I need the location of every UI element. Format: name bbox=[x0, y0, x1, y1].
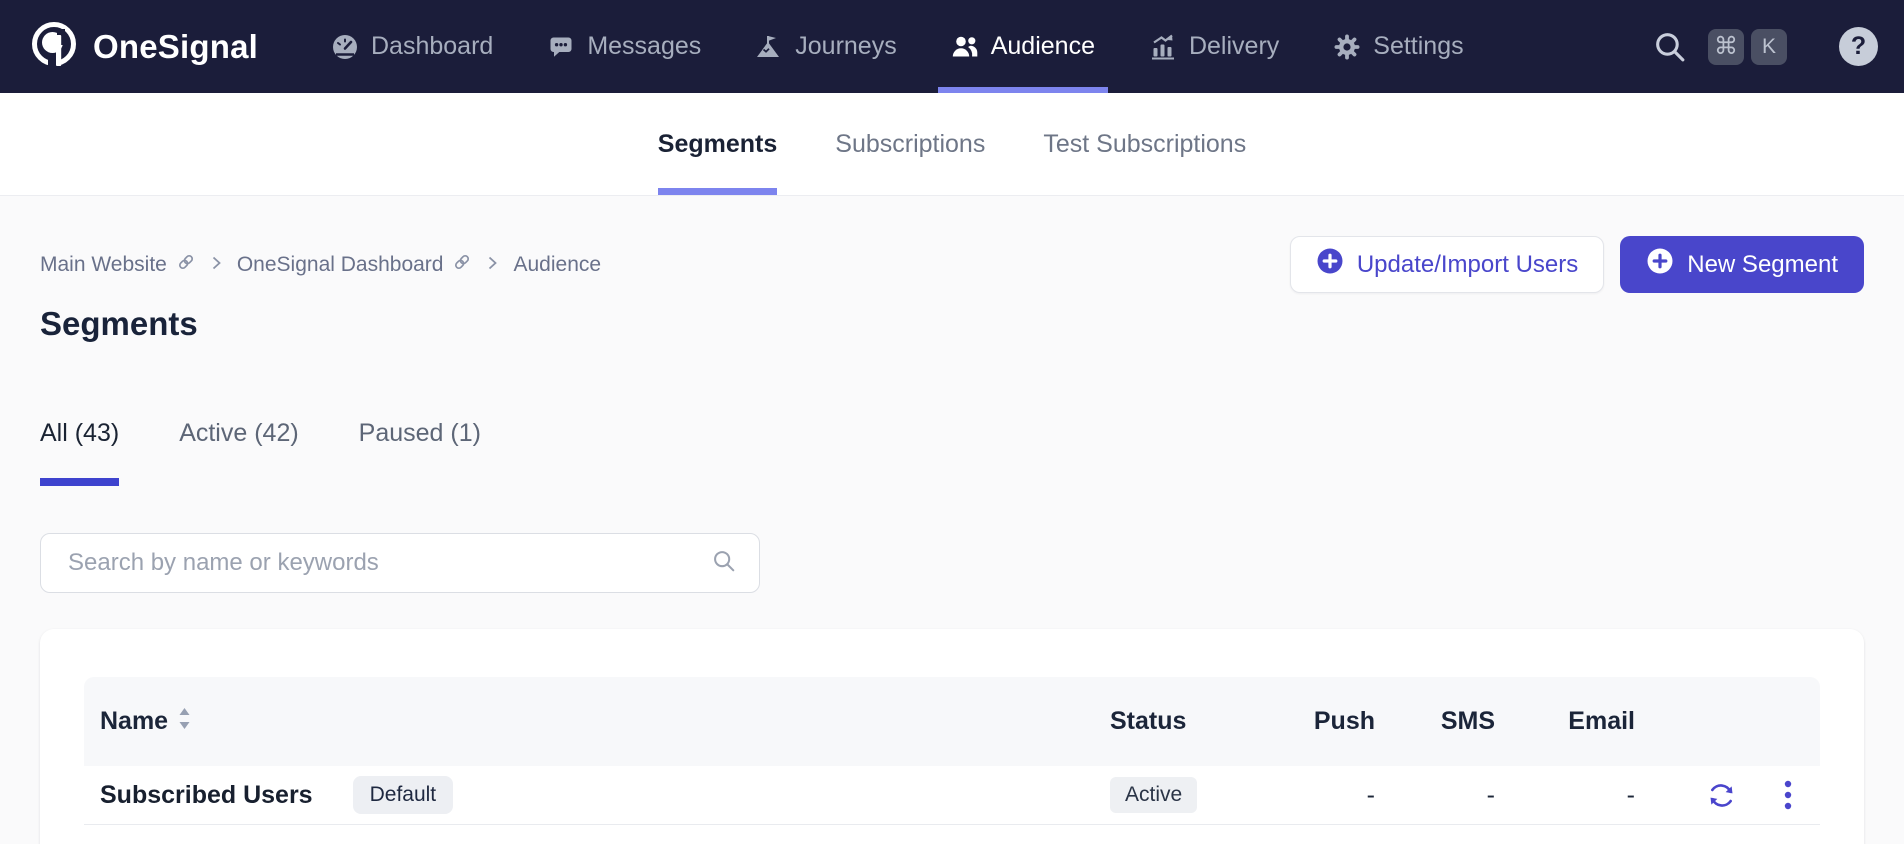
main-nav: Dashboard Messages bbox=[304, 0, 1491, 93]
breadcrumb-audience: Audience bbox=[513, 253, 601, 277]
tab-subscriptions[interactable]: Subscriptions bbox=[835, 93, 985, 195]
nav-item-label: Dashboard bbox=[371, 32, 493, 61]
new-segment-button[interactable]: New Segment bbox=[1620, 236, 1864, 293]
column-header-name[interactable]: Name bbox=[84, 707, 1110, 737]
filter-tab-active[interactable]: Active (42) bbox=[179, 419, 298, 486]
segments-table-card: Name Status Push SMS Email Subscribed Us… bbox=[40, 629, 1864, 844]
segment-filter-tabs: All (43) Active (42) Paused (1) bbox=[40, 419, 1864, 486]
search-icon bbox=[711, 548, 737, 579]
dashboard-icon bbox=[331, 33, 359, 61]
top-navbar: OneSignal Dashboard bbox=[0, 0, 1904, 93]
nav-item-delivery[interactable]: Delivery bbox=[1122, 0, 1306, 93]
button-label: New Segment bbox=[1687, 251, 1838, 279]
onesignal-logo-icon bbox=[30, 20, 78, 73]
navbar-right: ⌘ K ? bbox=[1652, 27, 1904, 66]
row-actions bbox=[1635, 780, 1820, 810]
column-header-push: Push bbox=[1280, 707, 1375, 736]
breadcrumb-onesignal-dashboard[interactable]: OneSignal Dashboard bbox=[237, 252, 473, 278]
column-header-sms: SMS bbox=[1375, 707, 1495, 736]
filter-tab-all[interactable]: All (43) bbox=[40, 419, 119, 486]
column-label: Name bbox=[100, 707, 168, 736]
breadcrumb-label: Main Website bbox=[40, 253, 167, 277]
breadcrumb-main-website[interactable]: Main Website bbox=[40, 252, 196, 278]
messages-icon bbox=[547, 33, 575, 61]
subtab-label: Subscriptions bbox=[835, 130, 985, 159]
breadcrumb: Main Website OneSignal Dashboard bbox=[40, 252, 601, 278]
breadcrumb-label: Audience bbox=[513, 253, 601, 277]
plus-circle-icon bbox=[1646, 247, 1674, 282]
table-header: Name Status Push SMS Email bbox=[84, 677, 1820, 766]
status-cell: Active bbox=[1110, 777, 1280, 813]
delivery-icon bbox=[1149, 33, 1177, 61]
search-input[interactable] bbox=[66, 548, 711, 578]
button-label: Update/Import Users bbox=[1357, 251, 1578, 279]
breadcrumb-label: OneSignal Dashboard bbox=[237, 253, 444, 277]
update-import-users-button[interactable]: Update/Import Users bbox=[1290, 236, 1604, 293]
link-icon bbox=[452, 252, 472, 278]
brand-name: OneSignal bbox=[93, 28, 258, 66]
status-badge: Active bbox=[1110, 777, 1197, 813]
audience-icon bbox=[951, 33, 979, 61]
subtab-label: Test Subscriptions bbox=[1043, 130, 1246, 159]
column-header-status: Status bbox=[1110, 707, 1280, 736]
chevron-right-icon bbox=[487, 253, 498, 277]
subtab-label: Segments bbox=[658, 130, 777, 159]
nav-item-label: Delivery bbox=[1189, 32, 1279, 61]
help-icon[interactable]: ? bbox=[1839, 27, 1878, 66]
k-key: K bbox=[1751, 29, 1787, 65]
plus-circle-icon bbox=[1316, 247, 1344, 282]
nav-item-journeys[interactable]: Journeys bbox=[728, 0, 923, 93]
column-header-email: Email bbox=[1495, 707, 1635, 736]
nav-item-label: Journeys bbox=[795, 32, 896, 61]
nav-item-settings[interactable]: Settings bbox=[1306, 0, 1490, 93]
cmd-key: ⌘ bbox=[1708, 29, 1744, 65]
nav-item-label: Audience bbox=[991, 32, 1095, 61]
onesignal-brand[interactable]: OneSignal bbox=[30, 20, 258, 73]
tab-test-subscriptions[interactable]: Test Subscriptions bbox=[1043, 93, 1246, 195]
refresh-icon[interactable] bbox=[1707, 781, 1736, 810]
main-content: Main Website OneSignal Dashboard bbox=[0, 236, 1904, 844]
settings-icon bbox=[1333, 33, 1361, 61]
nav-item-label: Messages bbox=[587, 32, 701, 61]
segment-search bbox=[40, 533, 760, 593]
segment-name[interactable]: Subscribed Users bbox=[100, 781, 313, 810]
nav-item-messages[interactable]: Messages bbox=[520, 0, 728, 93]
header-row: Main Website OneSignal Dashboard bbox=[40, 236, 1864, 293]
push-cell: - bbox=[1280, 781, 1375, 810]
page-title: Segments bbox=[40, 303, 1864, 345]
tab-segments[interactable]: Segments bbox=[658, 93, 777, 195]
default-badge: Default bbox=[353, 776, 454, 814]
email-cell: - bbox=[1495, 781, 1635, 810]
sort-icon bbox=[178, 707, 191, 737]
nav-item-label: Settings bbox=[1373, 32, 1463, 61]
table-row[interactable]: Subscribed Users Default Active - - - bbox=[84, 766, 1820, 825]
kebab-menu-icon[interactable] bbox=[1784, 780, 1792, 810]
nav-item-dashboard[interactable]: Dashboard bbox=[304, 0, 520, 93]
sms-cell: - bbox=[1375, 781, 1495, 810]
filter-tab-paused[interactable]: Paused (1) bbox=[359, 419, 481, 486]
page-actions: Update/Import Users New Segment bbox=[1290, 236, 1864, 293]
journeys-icon bbox=[755, 33, 783, 61]
search-icon[interactable] bbox=[1652, 29, 1688, 65]
nav-item-audience[interactable]: Audience bbox=[924, 0, 1122, 93]
link-icon bbox=[176, 252, 196, 278]
audience-subnav: Segments Subscriptions Test Subscription… bbox=[0, 93, 1904, 196]
segment-name-cell: Subscribed Users Default bbox=[84, 776, 1110, 814]
chevron-right-icon bbox=[211, 253, 222, 277]
